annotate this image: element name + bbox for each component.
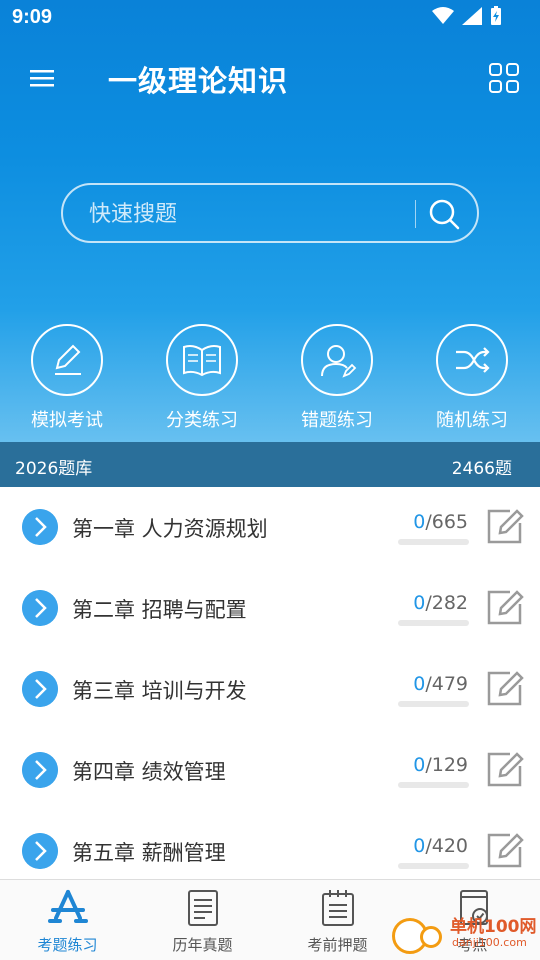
quick-action-wrong-practice[interactable]: 错题练习 [272,324,402,432]
chevron-right-icon [22,509,58,545]
chapter-progress-bar [398,620,469,626]
chapter-row[interactable]: 第四章 绩效管理 0/129 [0,730,540,811]
header-background: 9:09 一级理论知识 模拟考试 [0,0,540,442]
edit-icon[interactable] [486,507,524,545]
quick-action-label: 模拟考试 [31,410,103,431]
edit-icon[interactable] [486,831,524,869]
page-title: 一级理论知识 [108,64,289,98]
tab-label: 考前押题 [307,936,368,954]
grid-icon[interactable] [488,62,520,94]
tab-label: 历年真题 [172,936,233,954]
edit-icon[interactable] [486,669,524,707]
chapter-progress-text: 0/282 [413,592,468,614]
quick-action-category-practice[interactable]: 分类练习 [137,324,267,432]
document-icon [187,890,218,926]
app-store-icon [47,890,88,923]
chapter-title: 第五章 薪酬管理 [72,841,226,865]
search-box [61,183,479,243]
quick-action-label: 随机练习 [436,410,508,431]
battery-icon [491,6,501,25]
quick-action-mock-exam[interactable]: 模拟考试 [2,324,132,432]
chapter-title: 第二章 招聘与配置 [72,598,247,622]
bank-count: 2466题 [451,459,512,479]
search-input[interactable] [89,197,409,231]
menu-icon[interactable] [28,60,56,96]
status-time: 9:09 [12,6,53,28]
edit-icon[interactable] [486,750,524,788]
tab-past-exams[interactable]: 历年真题 [135,880,270,960]
app-bar: 一级理论知识 [0,50,540,106]
chapter-progress-bar [398,539,469,545]
status-icons [432,6,502,26]
chapter-progress-text: 0/479 [413,673,468,695]
pencil-icon [31,324,103,396]
chapter-progress-bar [398,863,469,869]
chapter-progress-text: 0/665 [413,511,468,533]
chapter-title: 第三章 培训与开发 [72,679,247,703]
quick-action-label: 分类练习 [166,410,238,431]
tab-label: 考题练习 [37,936,98,954]
chapter-progress-bar [398,701,469,707]
chevron-right-icon [22,833,58,869]
watermark-subtext: danji100.com [452,936,527,949]
notepad-icon [321,890,354,926]
quick-action-label: 错题练习 [301,410,373,431]
status-bar: 9:09 [0,0,540,36]
chevron-right-icon [22,590,58,626]
watermark-icon-dot [420,926,442,948]
book-icon [166,324,238,396]
watermark-text: 单机100网 [450,917,537,937]
chapter-list: 第一章 人力资源规划 0/665 第二章 招聘与配置 0/282 第三章 培训与… [0,487,540,892]
quick-action-random-practice[interactable]: 随机练习 [407,324,537,432]
chapter-title: 第一章 人力资源规划 [72,517,268,541]
chapter-row[interactable]: 第三章 培训与开发 0/479 [0,649,540,730]
edit-icon[interactable] [486,588,524,626]
signal-icon [462,7,482,25]
chapter-progress-text: 0/129 [413,754,468,776]
shuffle-icon [436,324,508,396]
chevron-right-icon [22,671,58,707]
chapter-progress-text: 0/420 [413,835,468,857]
chapter-row[interactable]: 第二章 招聘与配置 0/282 [0,568,540,649]
wifi-icon [432,7,454,24]
chapter-title: 第四章 绩效管理 [72,760,226,784]
search-divider [415,200,416,228]
user-edit-icon [301,324,373,396]
watermark-logo: 单机100网 danji100.com [390,912,540,960]
chapter-row[interactable]: 第一章 人力资源规划 0/665 [0,487,540,568]
search-icon[interactable] [427,197,461,231]
chevron-right-icon [22,752,58,788]
question-bank-bar: 2026题库 2466题 [0,442,540,487]
tab-predicted[interactable]: 考前押题 [270,880,405,960]
tab-practice[interactable]: 考题练习 [0,880,135,960]
bank-name: 2026题库 [15,459,93,479]
chapter-progress-bar [398,782,469,788]
